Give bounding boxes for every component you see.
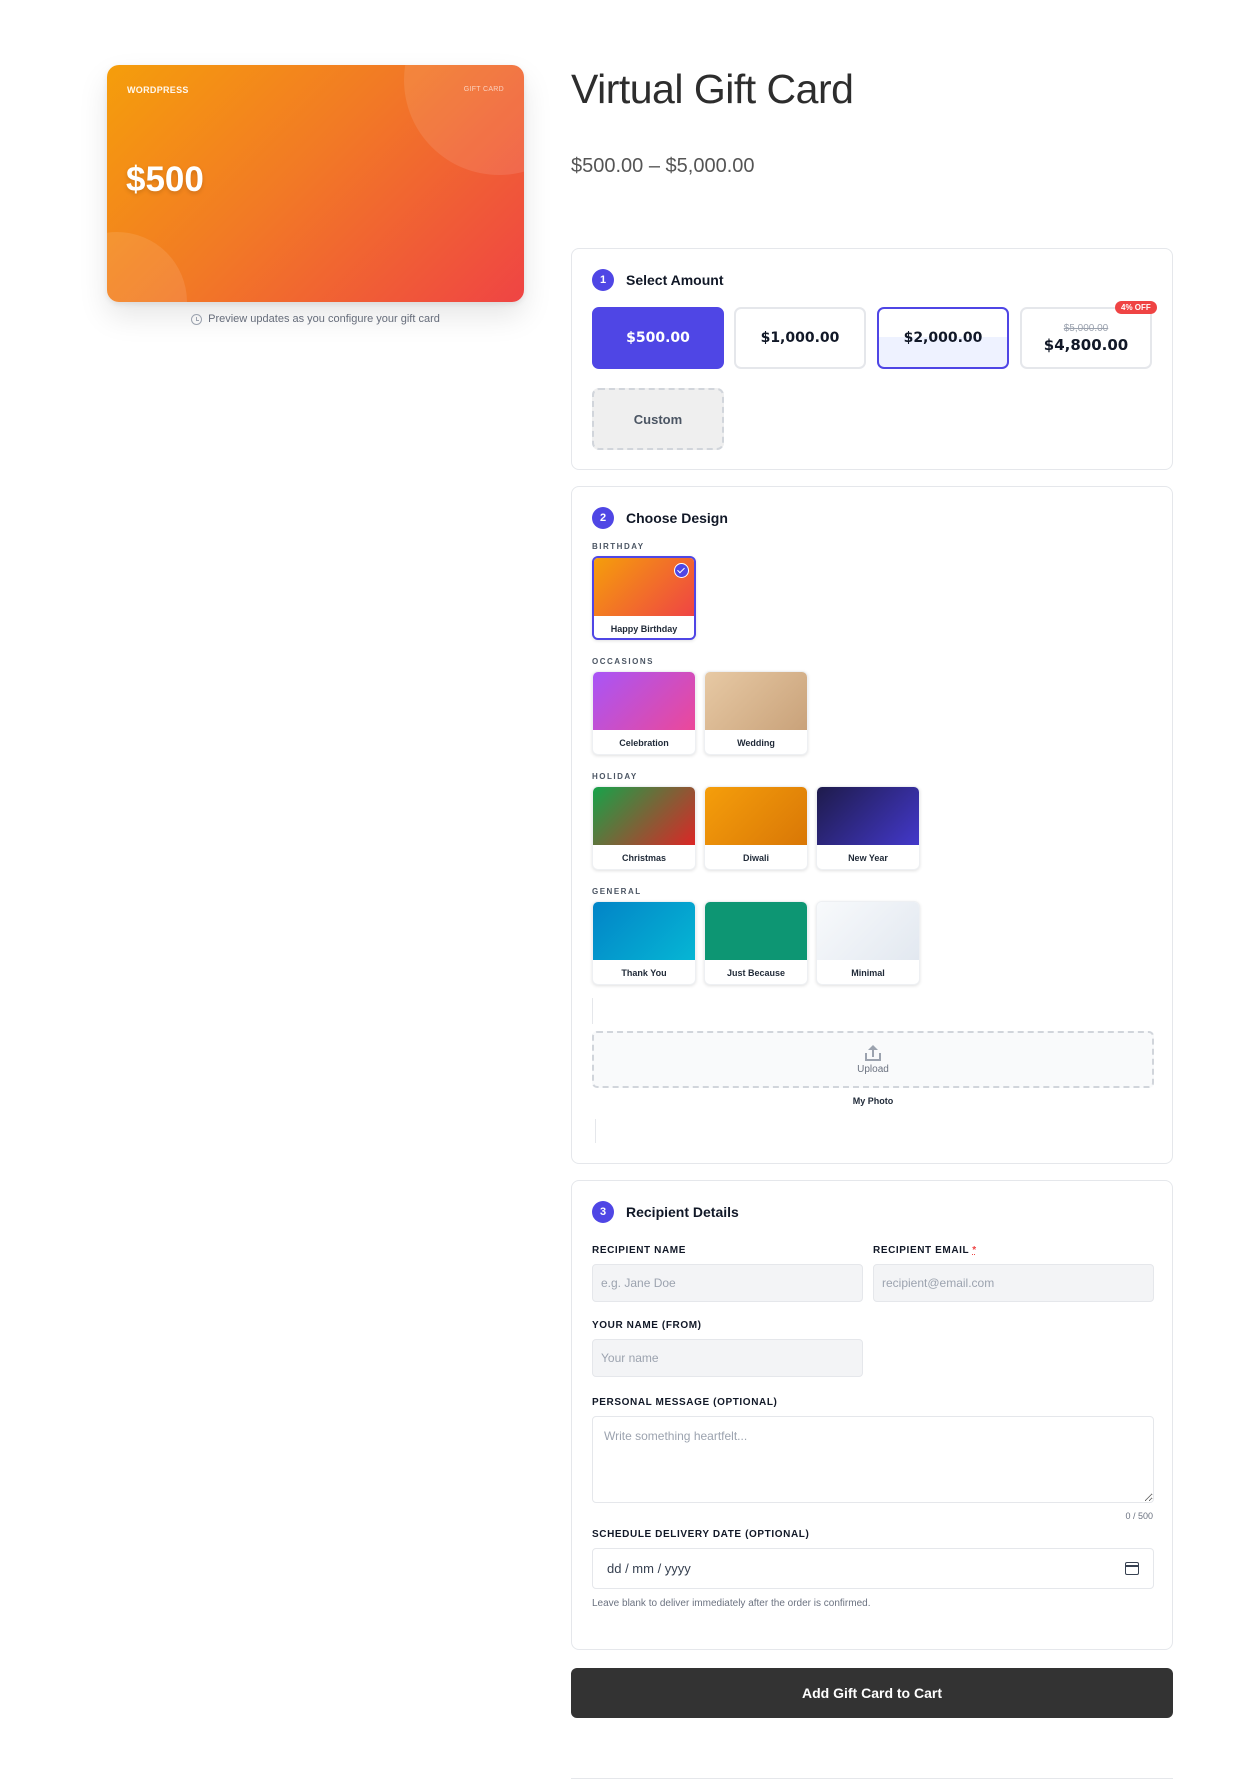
from-name-label: YOUR NAME (FROM) xyxy=(592,1320,702,1331)
category-label-holiday: HOLIDAY xyxy=(592,772,638,781)
step-number: 1 xyxy=(592,269,614,291)
card-decoration-circle xyxy=(107,232,187,302)
design-label: Thank You xyxy=(621,968,667,978)
card-brand: WORDPRESS xyxy=(127,85,189,95)
design-christmas[interactable]: Christmas xyxy=(592,786,696,870)
amount-option-4800[interactable]: $5,000.00 $4,800.00 xyxy=(1020,307,1152,369)
recipient-email-input[interactable] xyxy=(873,1264,1154,1302)
design-swatch xyxy=(817,902,919,960)
step-header: 1 Select Amount xyxy=(592,269,724,291)
recipient-name-input[interactable] xyxy=(592,1264,863,1302)
delivery-date-input[interactable]: dd / mm / yyyy xyxy=(592,1548,1154,1589)
design-swatch xyxy=(593,787,695,845)
design-celebration[interactable]: Celebration xyxy=(592,671,696,755)
step-number: 2 xyxy=(592,507,614,529)
design-label: Minimal xyxy=(851,968,885,978)
clock-icon xyxy=(191,313,203,325)
message-label: PERSONAL MESSAGE (OPTIONAL) xyxy=(592,1397,778,1408)
design-thank-you[interactable]: Thank You xyxy=(592,901,696,985)
amount-option-1000[interactable]: $1,000.00 xyxy=(734,307,866,369)
required-mark: * xyxy=(972,1245,977,1256)
amount-label: $2,000.00 xyxy=(903,330,983,346)
design-just-because[interactable]: Just Because xyxy=(704,901,808,985)
upload-caption: My Photo xyxy=(852,1096,894,1106)
gift-card-preview: WORDPRESS GIFT CARD $500 Preview updates… xyxy=(107,65,524,325)
design-swatch xyxy=(705,672,807,730)
category-label-birthday: BIRTHDAY xyxy=(592,542,645,551)
preview-note-text: Preview updates as you configure your gi… xyxy=(208,313,440,325)
message-char-counter: 0 / 500 xyxy=(1125,1511,1153,1521)
amount-label: $500.00 xyxy=(626,330,690,346)
design-swatch xyxy=(705,902,807,960)
step-number: 3 xyxy=(592,1201,614,1223)
design-swatch xyxy=(705,787,807,845)
step-header: 2 Choose Design xyxy=(592,507,728,529)
design-label: Christmas xyxy=(621,853,666,863)
divider xyxy=(592,998,593,1024)
design-label: New Year xyxy=(848,853,888,863)
message-textarea[interactable] xyxy=(592,1416,1154,1503)
custom-amount-button[interactable]: Custom xyxy=(592,388,724,450)
design-diwali[interactable]: Diwali xyxy=(704,786,808,870)
design-label: Celebration xyxy=(619,738,669,748)
design-label: Happy Birthday xyxy=(610,624,678,634)
delivery-date-help: Leave blank to deliver immediately after… xyxy=(592,1598,871,1609)
step-title: Recipient Details xyxy=(626,1204,739,1220)
product-title: Virtual Gift Card xyxy=(571,66,854,112)
step-title: Choose Design xyxy=(626,510,728,526)
design-swatch xyxy=(593,902,695,960)
price-range: $500.00 – $5,000.00 xyxy=(571,155,755,177)
design-swatch xyxy=(593,672,695,730)
design-wedding[interactable]: Wedding xyxy=(704,671,808,755)
check-icon xyxy=(674,563,689,578)
upload-icon xyxy=(865,1044,881,1061)
gift-card-preview-card: WORDPRESS GIFT CARD $500 xyxy=(107,65,524,302)
amount-label: $1,000.00 xyxy=(760,330,840,346)
discounted-price: $4,800.00 xyxy=(1043,335,1129,354)
add-to-cart-button[interactable]: Add Gift Card to Cart xyxy=(571,1668,1173,1718)
from-name-input[interactable] xyxy=(592,1339,863,1377)
preview-note: Preview updates as you configure your gi… xyxy=(107,313,524,325)
card-decoration-circle xyxy=(404,65,524,175)
design-label: Diwali xyxy=(742,853,769,863)
design-new-year[interactable]: New Year xyxy=(816,786,920,870)
discount-badge: 4% OFF xyxy=(1115,301,1157,314)
recipient-email-label-text: RECIPIENT EMAIL xyxy=(873,1245,970,1256)
upload-text: Upload xyxy=(857,1063,889,1075)
card-amount: $500 xyxy=(126,160,204,199)
design-happy-birthday[interactable]: Happy Birthday xyxy=(592,556,696,640)
recipient-name-label: RECIPIENT NAME xyxy=(592,1245,686,1256)
design-minimal[interactable]: Minimal xyxy=(816,901,920,985)
date-placeholder: dd / mm / yyyy xyxy=(607,1561,691,1576)
design-label: Wedding xyxy=(737,738,775,748)
calendar-icon[interactable] xyxy=(1125,1562,1139,1575)
upload-photo-dropzone[interactable]: Upload xyxy=(592,1031,1154,1088)
recipient-email-label: RECIPIENT EMAIL * xyxy=(873,1245,977,1256)
recipient-details-panel: 3 Recipient Details RECIPIENT NAME RECIP… xyxy=(571,1180,1173,1650)
card-type-label: GIFT CARD xyxy=(463,86,504,93)
step-title: Select Amount xyxy=(626,272,724,288)
category-label-occasions: OCCASIONS xyxy=(592,657,654,666)
select-amount-panel: 1 Select Amount $500.00 $1,000.00 $2,000… xyxy=(571,248,1173,470)
design-label: Just Because xyxy=(726,968,786,978)
choose-design-panel: 2 Choose Design BIRTHDAY Happy Birthday … xyxy=(571,486,1173,1164)
original-price: $5,000.00 xyxy=(1063,322,1109,334)
divider xyxy=(571,1778,1173,1779)
category-label-general: GENERAL xyxy=(592,887,642,896)
amount-option-2000[interactable]: $2,000.00 xyxy=(877,307,1009,369)
amount-option-500[interactable]: $500.00 xyxy=(592,307,724,369)
step-header: 3 Recipient Details xyxy=(592,1201,739,1223)
design-swatch xyxy=(817,787,919,845)
delivery-date-label: SCHEDULE DELIVERY DATE (OPTIONAL) xyxy=(592,1529,810,1540)
divider xyxy=(595,1119,596,1143)
